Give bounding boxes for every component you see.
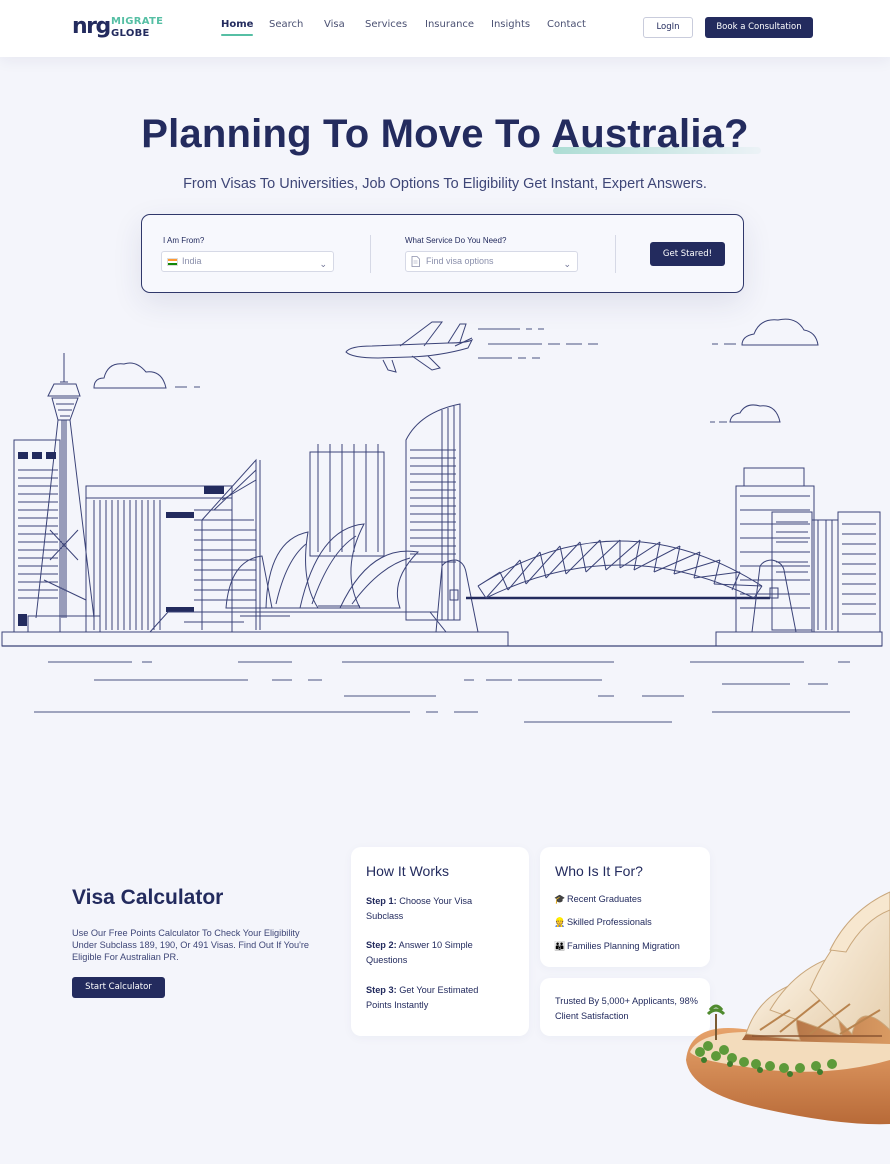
logo-text-globe: GLOBE: [111, 28, 150, 39]
audience-item: 🎓 Recent Graduates: [554, 894, 642, 905]
trust-text: Trusted By 5,000+ Applicants, 98% Client…: [555, 996, 698, 1021]
hero-subtitle: From Visas To Universities, Job Options …: [183, 176, 707, 192]
logo-mark: nrg: [72, 14, 111, 39]
audience-text: Skilled Professionals: [567, 917, 652, 927]
document-icon: [411, 256, 420, 267]
nav-services[interactable]: Services: [365, 19, 407, 30]
who-is-it-for-title: Who Is It For?: [555, 863, 643, 879]
professional-icon: 👷: [554, 917, 566, 927]
nav-contact[interactable]: Contact: [547, 19, 586, 30]
audience-text: Recent Graduates: [567, 894, 642, 904]
service-select[interactable]: Find visa options ⌄: [405, 251, 578, 272]
nav-visa[interactable]: Visa: [324, 19, 345, 30]
opera-house-3d-illustration: [686, 891, 890, 1125]
service-placeholder: Find visa options: [426, 256, 494, 266]
field-divider: [615, 235, 616, 273]
step-label: Step 1:: [366, 896, 397, 906]
from-label: I Am From?: [163, 236, 205, 245]
sydney-skyline-illustration: [1, 318, 883, 723]
family-icon: 👪: [554, 941, 566, 951]
hero-title-plain: Planning To Move To: [141, 112, 552, 156]
audience-item: 👷 Skilled Professionals: [554, 917, 652, 928]
nav-insurance[interactable]: Insurance: [425, 19, 474, 30]
chevron-down-icon: ⌄: [319, 259, 327, 269]
book-consultation-button[interactable]: Book a Consultation: [705, 17, 813, 38]
graduate-icon: 🎓: [554, 894, 566, 904]
how-it-works-title: How It Works: [366, 863, 449, 879]
site-header: nrg MIGRATE GLOBE Home Search Visa Servi…: [0, 0, 890, 57]
nav-home[interactable]: Home: [221, 19, 254, 36]
country-value: India: [182, 256, 202, 266]
service-label: What Service Do You Need?: [405, 236, 507, 245]
step-item: Step 3: Get Your Estimated Points Instan…: [366, 983, 491, 1013]
step-item: Step 2: Answer 10 Simple Questions: [366, 938, 491, 968]
hero-title-bold: Australia?: [551, 112, 749, 156]
hero-title: Planning To Move To Australia?: [0, 112, 890, 157]
get-started-button[interactable]: Get Stared!: [650, 242, 725, 266]
field-divider: [370, 235, 371, 273]
audience-item: 👪 Families Planning Migration: [554, 941, 680, 952]
start-calculator-button[interactable]: Start Calculator: [72, 977, 165, 998]
how-it-works-card: How It Works Step 1: Choose Your Visa Su…: [351, 847, 529, 1036]
calculator-description: Use Our Free Points Calculator To Check …: [72, 928, 310, 962]
step-label: Step 3:: [366, 985, 397, 995]
step-item: Step 1: Choose Your Visa Subclass: [366, 894, 491, 924]
chevron-down-icon: ⌄: [563, 259, 571, 269]
search-card: I Am From? India ⌄ What Service Do You N…: [141, 214, 744, 293]
india-flag-icon: [167, 258, 178, 266]
airplane-icon: [345, 321, 474, 373]
calculator-title: Visa Calculator: [72, 886, 224, 909]
nav-insights[interactable]: Insights: [491, 19, 530, 30]
step-label: Step 2:: [366, 940, 397, 950]
login-button[interactable]: LogIn: [643, 17, 693, 38]
audience-text: Families Planning Migration: [567, 941, 680, 951]
country-select[interactable]: India ⌄: [161, 251, 334, 272]
logo-text-migrate: MIGRATE: [111, 16, 164, 27]
brand-logo[interactable]: nrg MIGRATE GLOBE: [72, 14, 172, 42]
harbour-bridge: [435, 539, 797, 633]
nav-search[interactable]: Search: [269, 19, 303, 30]
cloud-icon: [93, 318, 819, 423]
